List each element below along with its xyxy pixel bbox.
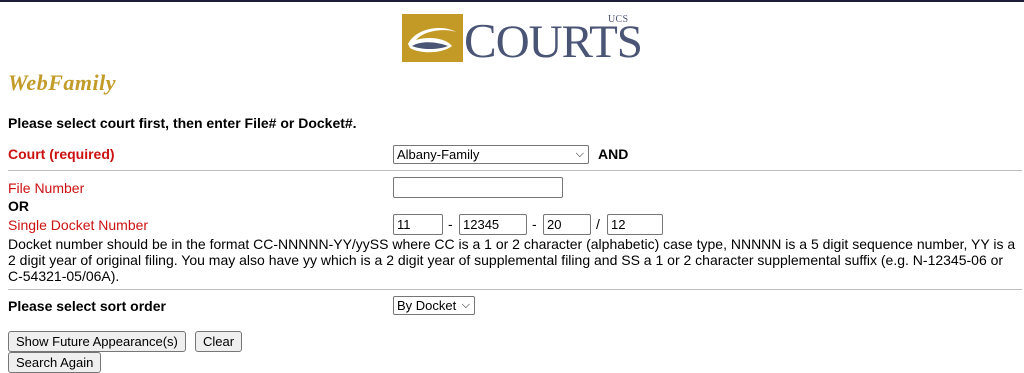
divider	[8, 289, 1022, 290]
docket-year-input[interactable]: 20	[543, 214, 591, 235]
docket-slash: /	[596, 216, 600, 232]
file-number-label: File Number	[8, 180, 85, 196]
docket-separator: -	[532, 216, 537, 232]
sort-order-value: By Docket	[397, 298, 457, 313]
search-again-button[interactable]: Search Again	[8, 352, 102, 373]
instruction-text: Please select court first, then enter Fi…	[8, 115, 357, 131]
clear-button[interactable]: Clear	[195, 331, 243, 352]
docket-suffix-input[interactable]: 12	[607, 214, 663, 235]
docket-case-type-input[interactable]: 11	[393, 214, 443, 235]
docket-sequence-input[interactable]: 12345	[459, 214, 527, 235]
divider	[8, 170, 1022, 171]
docket-separator: -	[448, 216, 453, 232]
file-number-input[interactable]	[393, 177, 563, 198]
court-select-value: Albany-Family	[397, 147, 480, 162]
chevron-down-icon: ⌵	[461, 299, 470, 311]
court-select[interactable]: Albany-Family ⌵	[393, 145, 589, 164]
show-future-appearances-button[interactable]: Show Future Appearance(s)	[8, 331, 186, 352]
docket-format-help: Docket number should be in the format CC…	[8, 236, 1016, 284]
and-label: AND	[598, 146, 629, 162]
courts-emblem-icon	[402, 14, 463, 62]
ucs-superscript: UCS	[608, 14, 629, 25]
chevron-down-icon: ⌵	[575, 148, 584, 160]
sort-order-label: Please select sort order	[8, 298, 166, 314]
top-border	[0, 0, 1024, 2]
or-label: OR	[8, 198, 29, 214]
app-title: WebFamily	[8, 70, 116, 95]
sort-order-select[interactable]: By Docket ⌵	[393, 296, 475, 315]
docket-label: Single Docket Number	[8, 217, 149, 233]
courts-logo: COURTS UCS	[402, 12, 643, 66]
court-label: Court (required)	[8, 146, 115, 162]
